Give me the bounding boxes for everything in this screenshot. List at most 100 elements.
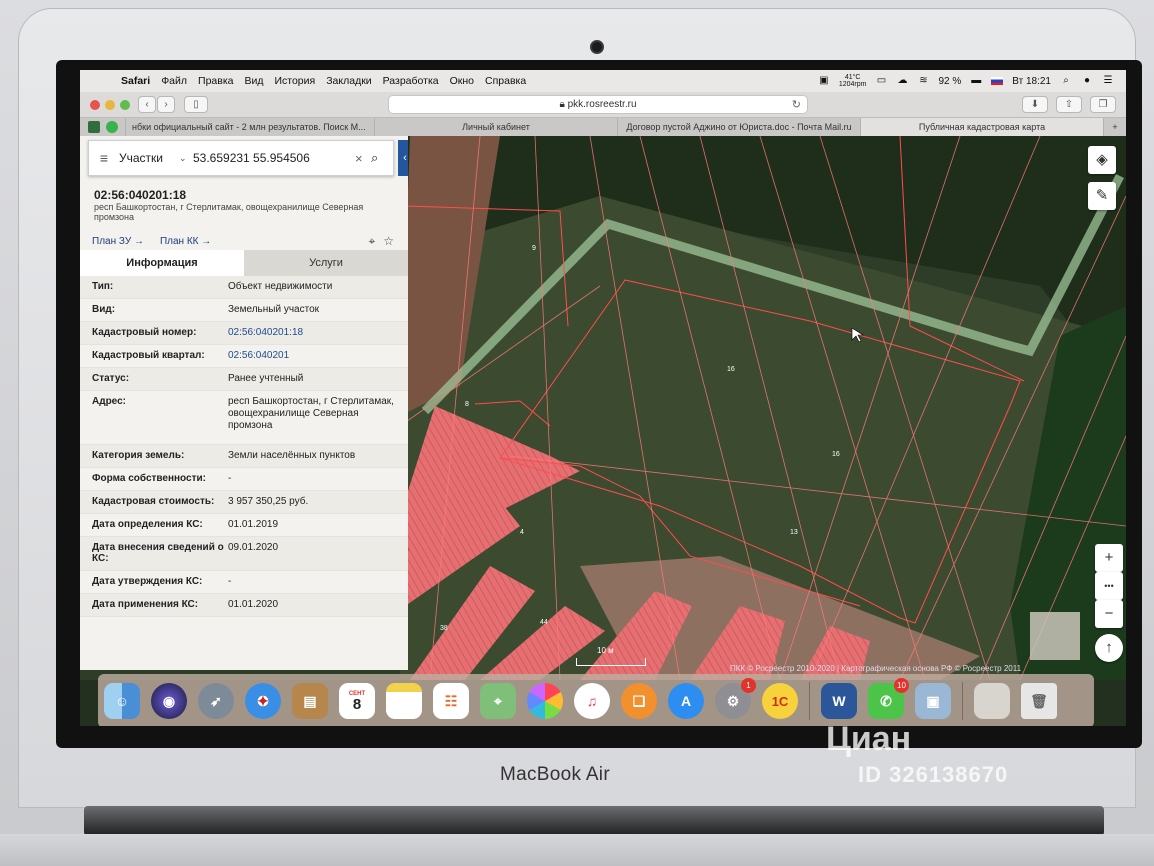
launchpad-icon[interactable]: ➶ (198, 683, 234, 719)
battery-percent[interactable]: 92 % (938, 76, 961, 87)
downloads-icon[interactable]: ⬇ (1022, 96, 1048, 113)
menu-view[interactable]: Вид (244, 75, 263, 87)
search-type-select[interactable]: Участки (119, 151, 179, 165)
menu-edit[interactable]: Правка (198, 75, 233, 87)
attribute-row: Адрес: респ Башкортостан, г Стерлитамак, … (80, 391, 408, 445)
reload-icon[interactable]: ↻ (792, 96, 801, 114)
notes-icon[interactable] (386, 683, 422, 719)
zoom-window-button[interactable] (120, 100, 130, 110)
whatsapp-icon[interactable] (106, 121, 118, 133)
notification-center-icon[interactable]: ☰ (1102, 76, 1114, 86)
photos-icon[interactable] (527, 683, 563, 719)
finder-icon[interactable]: ☺ (104, 683, 140, 719)
wifi-icon[interactable]: ≋ (917, 76, 929, 86)
parcel-attributes: Тип: Объект недвижимости Вид: Земельный уч… (80, 276, 408, 617)
attribute-row: Кадастровый квартал: 02:56:040201 (80, 345, 408, 368)
search-icon[interactable]: ⌕ (371, 150, 393, 166)
trash-icon[interactable]: 🗑︎ (1021, 683, 1057, 719)
siri-dock-icon[interactable]: ◉ (151, 683, 187, 719)
search-input[interactable]: 53.659231 55.954506 (193, 151, 355, 165)
pinned-tab-icon[interactable] (88, 121, 100, 133)
ruler-icon[interactable]: ✎ (1088, 182, 1116, 210)
plan-kk-link[interactable]: План КК → (160, 236, 211, 247)
cloud-icon[interactable]: ☁ (896, 76, 908, 86)
attribute-row: Кадастровая стоимость: 3 957 350,25 руб. (80, 491, 408, 514)
menu-file[interactable]: Файл (161, 75, 187, 87)
calendar-day: 8 (352, 695, 362, 713)
attribute-row: Вид: Земельный участок (80, 299, 408, 322)
clock[interactable]: Вт 18:21 (1012, 76, 1051, 87)
menu-history[interactable]: История (274, 75, 315, 87)
books-icon[interactable]: ❑ (621, 683, 657, 719)
menu-icon[interactable]: ≡ (89, 150, 119, 166)
spotlight-icon[interactable]: ⌕ (1060, 76, 1072, 86)
menu-window[interactable]: Окно (450, 75, 474, 87)
music-icon[interactable]: ♫ (574, 683, 610, 719)
minimap-thumbnail[interactable] (1030, 612, 1080, 660)
attribute-label: Кадастровый квартал: (92, 350, 205, 361)
parcel-label-4: 4 (520, 529, 524, 536)
info-panel: ≡ Участки ⌄ 53.659231 55.954506 × ⌕ ‹ 02… (80, 136, 408, 670)
maps-icon[interactable]: ⌖ (480, 683, 516, 719)
menu-app-name[interactable]: Safari (121, 75, 150, 87)
tab-search[interactable]: нбки официальный сайт - 2 млн результато… (126, 118, 375, 136)
sidebar-toggle-icon[interactable]: ▯ (184, 96, 208, 113)
zoom-more-button[interactable]: ••• (1095, 572, 1123, 600)
attribute-row: Дата применения КС: 01.01.2020 (80, 594, 408, 617)
parcel-label-16b: 16 (832, 451, 840, 458)
zoom-in-button[interactable]: + (1095, 544, 1123, 572)
siri-icon[interactable]: ● (1081, 76, 1093, 86)
minimize-window-button[interactable] (105, 100, 115, 110)
share-icon[interactable]: ⇧ (1056, 96, 1082, 113)
map-scale-bar: 10 м (576, 646, 646, 666)
zoom-out-button[interactable]: − (1095, 600, 1123, 628)
attribute-row: Форма собственности: - (80, 468, 408, 491)
safari-icon[interactable]: ✦ (245, 683, 281, 719)
cadastral-number-link[interactable]: 02:56:040201:18 (228, 327, 408, 339)
attribute-row: Кадастровый номер: 02:56:040201:18 (80, 322, 408, 345)
attribute-label: Тип: (92, 281, 114, 292)
downloads-stack-icon[interactable] (974, 683, 1010, 719)
istat-icon[interactable]: ▣ (818, 76, 830, 86)
display-icon[interactable]: ▭ (875, 76, 887, 86)
attribute-row: Дата утверждения КС: - (80, 571, 408, 594)
word-icon[interactable]: W (821, 683, 857, 719)
reminders-icon[interactable]: ☷ (433, 683, 469, 719)
menu-develop[interactable]: Разработка (383, 75, 439, 87)
close-window-button[interactable] (90, 100, 100, 110)
calendar-icon[interactable]: СЕНТ 8 (339, 683, 375, 719)
menu-help[interactable]: Справка (485, 75, 526, 87)
battery-icon[interactable]: ▬ (970, 76, 982, 86)
russian-flag-icon[interactable] (991, 77, 1004, 85)
tab-overview-icon[interactable]: ❐ (1090, 96, 1116, 113)
facetime-icon[interactable]: ✆ 10 (868, 678, 909, 719)
search-box[interactable]: ≡ Участки ⌄ 53.659231 55.954506 × ⌕ (88, 140, 394, 176)
temp-readout[interactable]: 41°C 1204rpm (839, 74, 867, 88)
layers-icon[interactable]: ◈ (1088, 146, 1116, 174)
tab-information[interactable]: Информация (80, 250, 244, 276)
address-bar[interactable]: 🔒︎ pkk.rosreestr.ru ↻ (388, 95, 808, 114)
tab-services[interactable]: Услуги (244, 250, 408, 276)
tab-cadastral-map[interactable]: Публичная кадастровая карта (861, 118, 1104, 136)
new-tab-button[interactable]: + (1104, 118, 1126, 136)
system-preferences-icon[interactable]: ⚙ 1 (715, 678, 756, 719)
contacts-icon[interactable]: ▤ (292, 683, 328, 719)
tab-mail[interactable]: Договор пустой Аджино от Юриста.doc - По… (618, 118, 861, 136)
compass-icon[interactable]: ↑ (1095, 634, 1123, 662)
map-scale-label: 10 м (597, 646, 614, 655)
attribute-label: Вид: (92, 304, 116, 315)
1c-icon[interactable]: 1С (762, 683, 798, 719)
preview-icon[interactable]: ▣ (915, 683, 951, 719)
forward-button[interactable]: › (157, 96, 175, 113)
app-store-icon[interactable]: A (668, 683, 704, 719)
collapse-panel-button[interactable]: ‹ (398, 140, 408, 176)
back-button[interactable]: ‹ (138, 96, 156, 113)
plan-zu-link[interactable]: План ЗУ → (92, 236, 144, 247)
cadastral-quarter-link[interactable]: 02:56:040201 (228, 350, 408, 362)
tab-account[interactable]: Личный кабинет (375, 118, 618, 136)
star-icon[interactable]: ☆ (383, 234, 394, 249)
locate-icon[interactable]: ⌖ (368, 234, 375, 249)
chevron-down-icon[interactable]: ⌄ (179, 153, 193, 164)
menu-bookmarks[interactable]: Закладки (326, 75, 371, 87)
clear-search-icon[interactable]: × (355, 151, 371, 166)
